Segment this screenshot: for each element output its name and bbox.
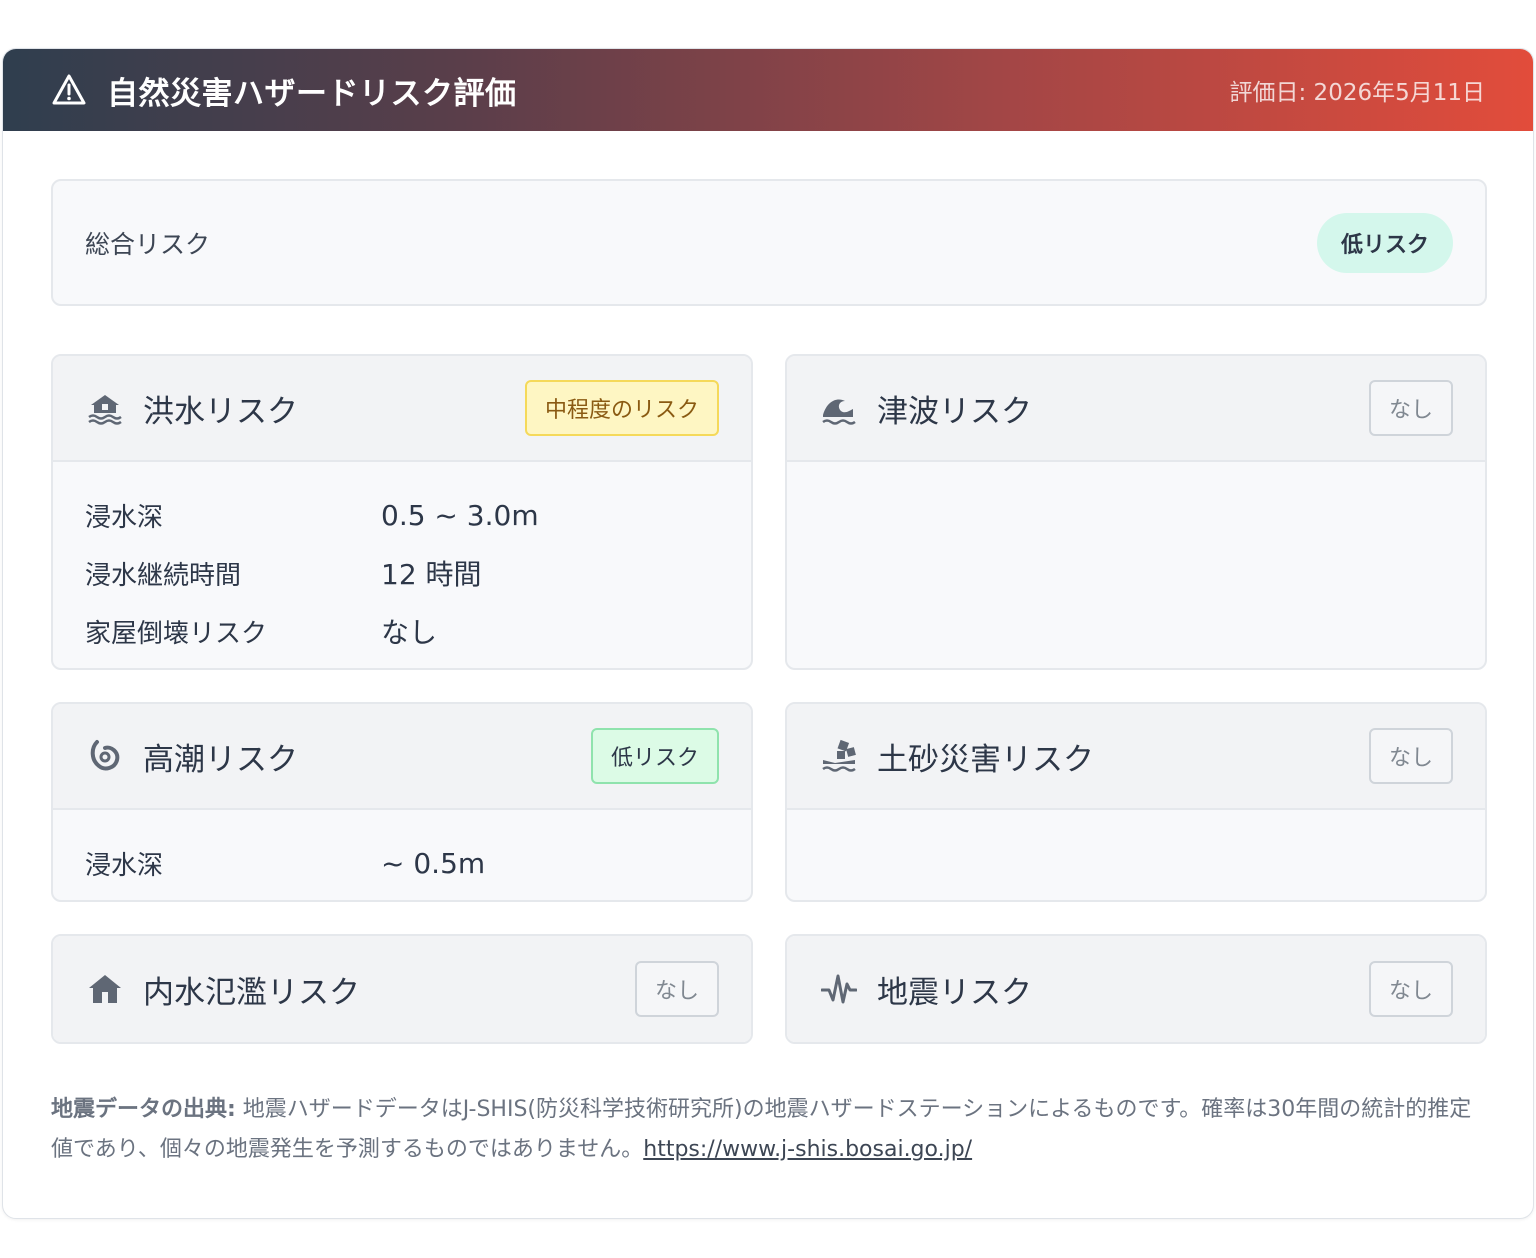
overall-risk-panel: 総合リスク 低リスク [51,179,1487,306]
landslide-risk-card: 土砂災害リスク なし [785,702,1487,902]
earthquake-risk-title: 地震リスク [877,974,1032,1011]
warning-triangle-icon [51,72,87,108]
evaluation-date: 評価日: 2026年5月11日 [1229,80,1486,106]
table-row: 家屋倒壊リスク なし [85,616,438,649]
table-row: 浸水深 0.5 ~ 3.0m [85,498,539,533]
earthquake-risk-card: 地震リスク なし [785,934,1487,1044]
flood-risk-title: 洪水リスク [143,393,298,430]
flood-house-icon [87,390,123,426]
hurricane-icon [87,738,123,774]
flood-risk-card: 洪水リスク 中程度のリスク 浸水深 0.5 ~ 3.0m 浸水継続時間 12 時… [51,354,753,670]
tsunami-risk-card: 津波リスク なし [785,354,1487,670]
table-row: 浸水継続時間 12 時間 [85,558,482,591]
wave-icon [821,390,857,426]
inland-flood-risk-title: 内水氾濫リスク [143,974,360,1011]
overall-risk-badge: 低リスク [1316,212,1453,273]
landslide-risk-badge: なし [1368,728,1453,784]
earthquake-data-source-note: 地震データの出典: 地震ハザードデータはJ-SHIS(防災科学技術研究所)の地震… [51,1090,1491,1170]
inland-flood-risk-card: 内水氾濫リスク なし [51,934,753,1044]
table-row: 浸水深 ~ 0.5m [85,846,486,881]
landslide-icon [821,738,857,774]
tsunami-risk-title: 津波リスク [877,393,1032,430]
storm-surge-risk-badge: 低リスク [590,728,719,784]
j-shis-link[interactable]: https://www.j-shis.bosai.go.jp/ [643,1137,972,1162]
earthquake-risk-badge: なし [1368,961,1453,1017]
footnote-label: 地震データの出典: [51,1097,236,1122]
overall-risk-label: 総合リスク [85,229,211,259]
inland-flood-risk-badge: なし [634,961,719,1017]
landslide-risk-title: 土砂災害リスク [877,741,1094,778]
storm-surge-risk-card: 高潮リスク 低リスク 浸水深 ~ 0.5m [51,702,753,902]
hazard-risk-card: 自然災害ハザードリスク評価 評価日: 2026年5月11日 総合リスク 低リスク… [2,48,1534,1219]
seismic-wave-icon [821,971,857,1007]
flood-risk-badge: 中程度のリスク [524,380,719,436]
house-icon [87,971,123,1007]
tsunami-risk-badge: なし [1368,380,1453,436]
header: 自然災害ハザードリスク評価 評価日: 2026年5月11日 [3,49,1533,131]
page-title: 自然災害ハザードリスク評価 [107,75,517,112]
storm-surge-risk-title: 高潮リスク [143,741,298,778]
